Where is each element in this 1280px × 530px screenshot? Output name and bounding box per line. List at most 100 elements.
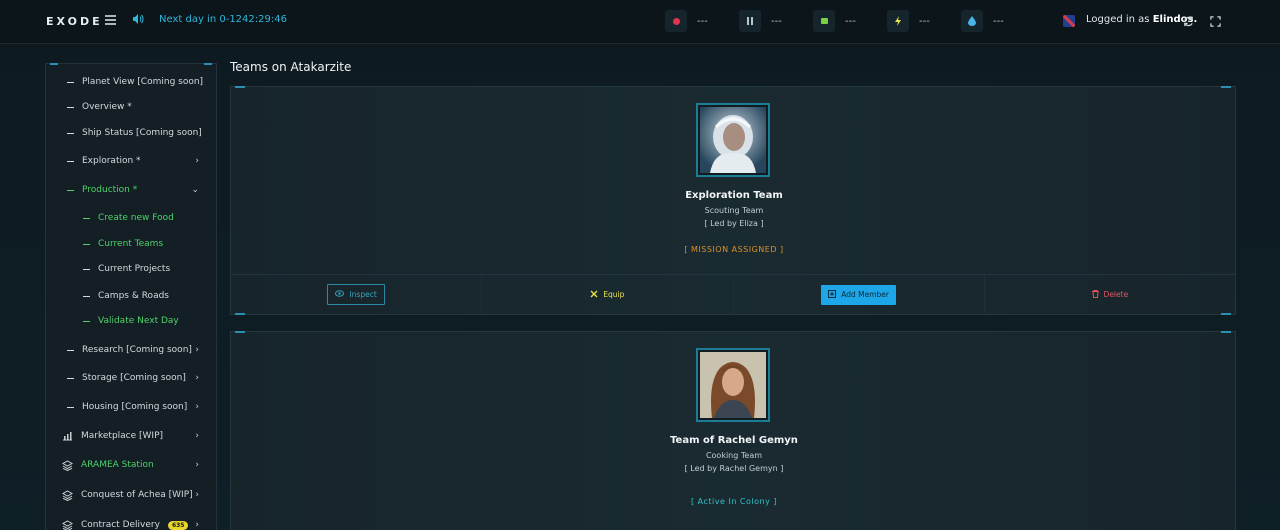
sidebar-item-label: Exploration *: [82, 156, 141, 166]
team-card: Exploration Team Scouting Team [ Led by …: [230, 86, 1236, 315]
leader-portrait: [700, 352, 766, 418]
fullscreen-icon[interactable]: [1205, 11, 1225, 31]
sidebar-item-label: Research [Coming soon]: [82, 345, 192, 355]
inspect-button[interactable]: Inspect: [327, 284, 385, 305]
next-day-countdown: Next day in 0-1242:29:46: [159, 14, 287, 25]
hamburger-menu-icon[interactable]: [105, 15, 116, 25]
team-name: Team of Rachel Gemyn: [670, 435, 798, 446]
corner-accent: [235, 86, 245, 88]
equip-label: Equip: [603, 290, 625, 299]
inspect-cell: Inspect: [231, 275, 483, 314]
sidebar-item-validate-next-day[interactable]: Validate Next Day: [83, 311, 253, 331]
sidebar-item-create-new-food[interactable]: Create new Food: [83, 208, 253, 228]
sidebar-item-current-teams[interactable]: Current Teams: [83, 234, 253, 254]
logged-prefix: Logged in as: [1086, 14, 1153, 25]
team-type: Cooking Team: [705, 451, 763, 460]
delete-cell: Delete: [985, 275, 1235, 314]
team-card: Team of Rachel Gemyn Cooking Team [ Led …: [230, 331, 1236, 530]
sidebar-item-label: Production *: [82, 185, 138, 195]
resource-value: ---: [845, 15, 856, 27]
resource-4: ---: [887, 10, 930, 32]
sidebar-item-label: Marketplace [WIP]: [81, 431, 164, 441]
sidebar-item-research[interactable]: Research [Coming soon] ›: [67, 340, 216, 360]
exode-logo[interactable]: EXODE: [46, 15, 103, 28]
speaker-icon[interactable]: [132, 13, 144, 27]
resource-2: ---: [739, 10, 782, 32]
layers-icon: [61, 459, 73, 471]
sidebar-item-planet-view[interactable]: Planet View [Coming soon]: [67, 72, 237, 92]
sidebar-item-label: Housing [Coming soon]: [82, 402, 188, 412]
refresh-icon[interactable]: [1178, 11, 1198, 31]
resource-3: ---: [813, 10, 856, 32]
eye-icon: [335, 290, 345, 299]
resource-value: ---: [993, 15, 1004, 27]
pickaxe-icon: [739, 10, 761, 32]
trash-icon: [1091, 289, 1099, 300]
delete-label: Delete: [1103, 290, 1129, 299]
resource-value: ---: [771, 15, 782, 27]
chevron-right-icon: ›: [195, 402, 199, 412]
sidebar-item-label: Storage [Coming soon]: [82, 373, 186, 383]
corner-accent: [204, 63, 212, 65]
lightning-icon: [887, 10, 909, 32]
chevron-right-icon: ›: [195, 156, 199, 166]
chevron-right-icon: ›: [195, 490, 199, 500]
sidebar-item-label: Planet View [Coming soon]: [82, 77, 204, 87]
equip-cell: Equip: [482, 275, 734, 314]
sidebar-item-production[interactable]: Production * ⌄: [67, 180, 216, 200]
uk-flag-icon[interactable]: [1063, 15, 1075, 27]
resource-5: ---: [961, 10, 1004, 32]
sidebar-item-contract-delivery[interactable]: Contract Delivery 635 ›: [61, 515, 216, 530]
team-leader: [ Led by Rachel Gemyn ]: [684, 464, 784, 473]
sidebar-item-marketplace[interactable]: Marketplace [WIP] ›: [61, 426, 216, 446]
sidebar-item-label: Camps & Roads: [98, 291, 169, 301]
sidebar-item-label: Contract Delivery: [81, 520, 160, 530]
resource-value: ---: [697, 15, 708, 27]
delete-button[interactable]: Delete: [1085, 285, 1136, 305]
chevron-down-icon: ⌄: [191, 185, 199, 195]
sidebar-item-conquest-of-achea[interactable]: Conquest of Achea [WIP] ›: [61, 485, 216, 505]
corner-accent: [50, 63, 58, 65]
add-member-cell: Add Member: [734, 275, 985, 314]
team-status: [ MISSION ASSIGNED ]: [684, 245, 784, 254]
sidebar-item-overview[interactable]: Overview *: [67, 97, 237, 117]
sidebar-item-label: Current Projects: [98, 264, 171, 274]
chevron-right-icon: ›: [195, 345, 199, 355]
sidebar-item-current-projects[interactable]: Current Projects: [83, 259, 253, 279]
sidebar: Planet View [Coming soon] Overview * Shi…: [45, 63, 217, 530]
resource-1: ---: [665, 10, 708, 32]
add-member-label: Add Member: [841, 290, 889, 299]
water-drop-icon: [961, 10, 983, 32]
red-circle-icon: [665, 10, 687, 32]
corner-accent: [235, 331, 245, 333]
food-icon: [813, 10, 835, 32]
chevron-right-icon: ›: [195, 431, 199, 441]
equip-button[interactable]: Equip: [583, 285, 631, 305]
team-type: Scouting Team: [704, 206, 764, 215]
team-avatar: [696, 103, 770, 177]
sidebar-item-storage[interactable]: Storage [Coming soon] ›: [67, 368, 216, 388]
corner-accent: [1221, 86, 1231, 88]
bar-chart-icon: [61, 430, 73, 442]
sidebar-item-label: Create new Food: [98, 213, 174, 223]
team-actions: Inspect Equip Add Member Delete: [231, 274, 1235, 314]
layers-icon: [61, 489, 73, 501]
add-member-button[interactable]: Add Member: [821, 284, 896, 305]
add-user-icon: [828, 289, 837, 300]
resource-value: ---: [919, 15, 930, 27]
sidebar-item-camps-roads[interactable]: Camps & Roads: [83, 286, 253, 306]
sidebar-item-exploration[interactable]: Exploration * ›: [67, 151, 216, 171]
team-avatar: [696, 348, 770, 422]
sidebar-item-label: Overview *: [82, 102, 132, 112]
chevron-right-icon: ›: [195, 460, 199, 470]
top-bar: EXODE Next day in 0-1242:29:46 --- --- -…: [0, 0, 1280, 44]
page-title: Teams on Atakarzite: [230, 60, 352, 74]
sidebar-item-housing[interactable]: Housing [Coming soon] ›: [67, 397, 216, 417]
team-status: [ Active In Colony ]: [691, 497, 777, 506]
layers-icon: [61, 519, 73, 530]
sidebar-item-label: Validate Next Day: [98, 316, 179, 326]
sidebar-item-ship-status[interactable]: Ship Status [Coming soon]: [67, 123, 237, 143]
team-leader: [ Led by Eliza ]: [704, 219, 764, 228]
sidebar-item-aramea-station[interactable]: ARAMEA Station ›: [61, 455, 216, 475]
corner-accent: [1221, 331, 1231, 333]
